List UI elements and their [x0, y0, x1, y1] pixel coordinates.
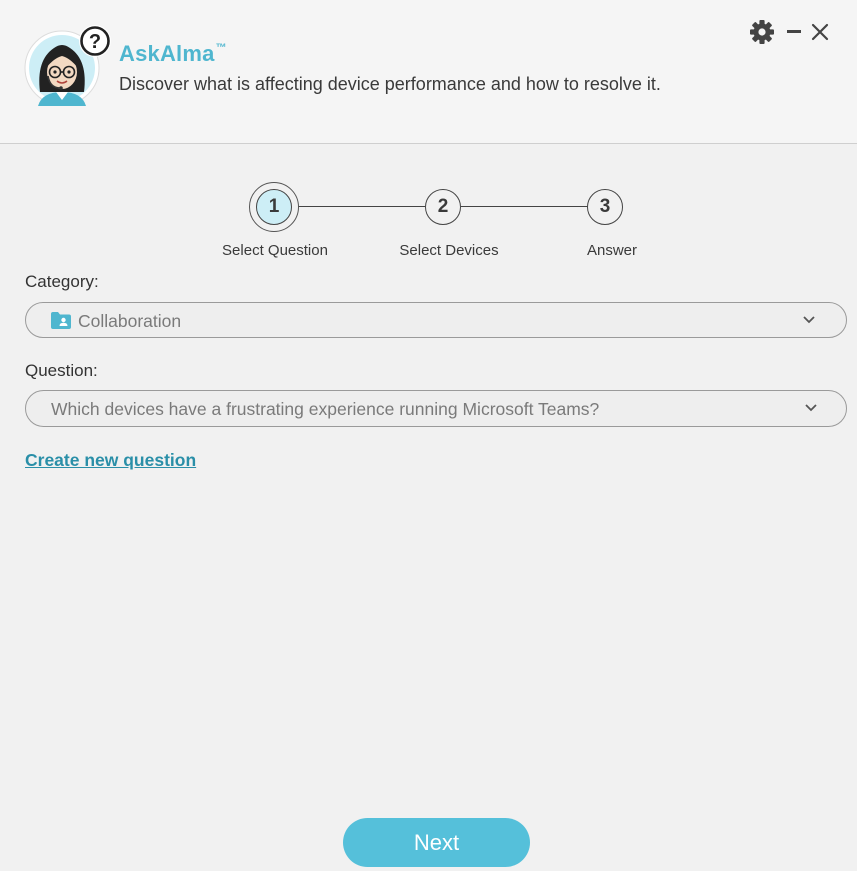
question-label: Question: [25, 361, 98, 380]
step-3-label: Answer [586, 242, 638, 259]
step-connector [461, 206, 588, 207]
step-1-circle: 1 [256, 189, 292, 225]
close-icon [811, 23, 829, 41]
app-subtitle: Discover what is affecting device perfor… [119, 74, 661, 94]
app-name: AskAlma [119, 41, 215, 66]
chevron-down-icon [805, 404, 817, 412]
question-value: Which devices have a frustrating experie… [51, 399, 600, 419]
step-2-label: Select Devices [399, 242, 499, 259]
folder-user-icon [51, 312, 71, 329]
minimize-button[interactable] [780, 18, 808, 46]
header: ? AskAlma™ Discover what is affecting de… [0, 0, 857, 144]
trademark-mark: ™ [215, 41, 227, 54]
step-3-circle: 3 [587, 189, 623, 225]
help-badge-icon: ? [78, 24, 112, 58]
create-new-question-link[interactable]: Create new question [25, 450, 196, 471]
next-button[interactable]: Next [343, 818, 530, 867]
settings-button[interactable] [748, 18, 776, 46]
step-2-circle: 2 [425, 189, 461, 225]
category-label: Category: [25, 272, 99, 291]
close-button[interactable] [806, 18, 834, 46]
svg-text:?: ? [89, 31, 101, 53]
askalma-window: ? AskAlma™ Discover what is affecting de… [0, 0, 857, 871]
gear-icon [750, 20, 774, 44]
stepper: 1 2 3 Select Question Select Devices Ans… [0, 180, 857, 270]
step-1-label: Select Question [222, 242, 328, 259]
category-value: Collaboration [78, 311, 182, 331]
app-title: AskAlma™ [119, 41, 227, 67]
step-connector [298, 206, 425, 207]
category-select[interactable]: Collaboration [25, 302, 847, 338]
minimize-icon [787, 30, 801, 33]
chevron-down-icon [803, 316, 815, 324]
question-select[interactable]: Which devices have a frustrating experie… [25, 390, 847, 427]
window-controls [748, 18, 834, 46]
